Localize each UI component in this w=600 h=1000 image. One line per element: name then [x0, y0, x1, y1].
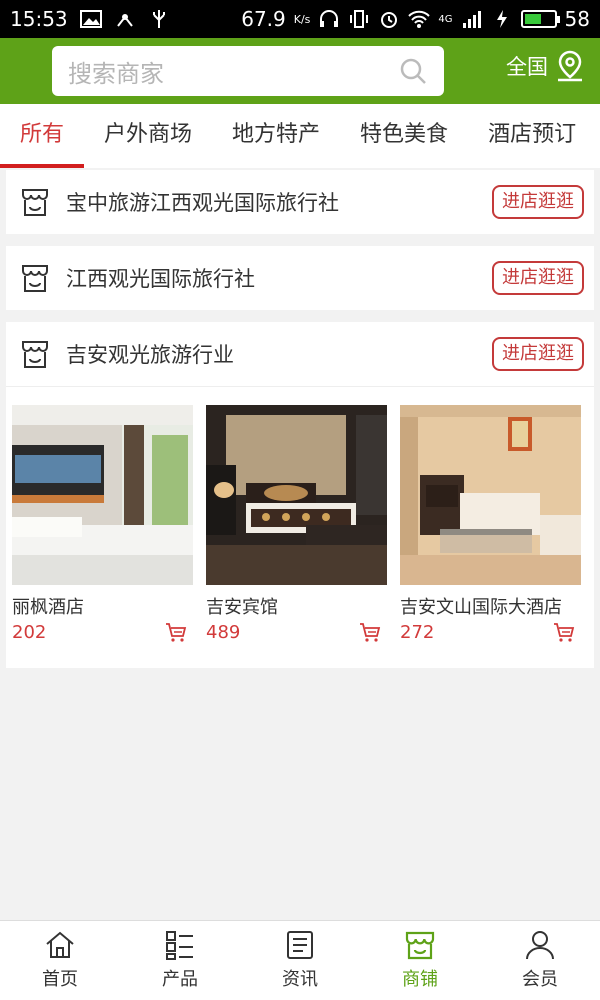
- user-icon[interactable]: [524, 929, 556, 961]
- usb-icon: [152, 10, 165, 28]
- nav-member[interactable]: 会员: [480, 921, 600, 1000]
- shop-name[interactable]: 吉安观光旅游行业: [66, 339, 492, 369]
- search-icon[interactable]: [398, 56, 428, 86]
- product-price: 489: [206, 621, 241, 643]
- product-item[interactable]: 丽枫酒店 202: [12, 405, 193, 668]
- hotel-room-photo[interactable]: [400, 405, 581, 585]
- shop-name[interactable]: 宝中旅游江西观光国际旅行社: [66, 187, 492, 217]
- tab-outdoor-mall[interactable]: 户外商场: [84, 104, 212, 168]
- add-to-cart-button[interactable]: [553, 621, 581, 643]
- hotel-room-photo[interactable]: [12, 405, 193, 585]
- bottom-nav: 首页 产品 资讯 商铺 会员: [0, 920, 600, 1000]
- shop-row[interactable]: 江西观光国际旅行社 进店逛逛: [6, 246, 594, 310]
- nav-label[interactable]: 首页: [42, 965, 78, 991]
- nav-label[interactable]: 会员: [522, 965, 558, 991]
- vibrate-icon: [350, 10, 369, 28]
- status-time: 15:53: [10, 7, 68, 31]
- news-icon[interactable]: [284, 929, 316, 961]
- enter-shop-button[interactable]: 进店逛逛: [492, 337, 584, 371]
- search-box[interactable]: 搜索商家: [52, 46, 444, 96]
- list-icon[interactable]: [164, 929, 196, 961]
- home-icon[interactable]: [44, 929, 76, 961]
- product-price: 202: [12, 621, 47, 643]
- share-icon: [116, 14, 133, 27]
- enter-shop-button[interactable]: 进店逛逛: [492, 185, 584, 219]
- net-speed-unit: K/s: [293, 12, 311, 26]
- cart-icon[interactable]: [165, 621, 187, 643]
- signal-icon: [462, 11, 481, 28]
- search-placeholder[interactable]: 搜索商家: [68, 54, 398, 89]
- status-bar: 15:53 67.9 K/s 4G 58: [0, 0, 600, 38]
- cart-icon[interactable]: [553, 621, 575, 643]
- region-label[interactable]: 全国: [506, 51, 548, 81]
- shop-row[interactable]: 宝中旅游江西观光国际旅行社 进店逛逛: [6, 170, 594, 234]
- battery-icon: [520, 10, 560, 28]
- product-price: 272: [400, 621, 435, 643]
- tab-all[interactable]: 所有: [0, 104, 85, 168]
- category-tabs: 所有 户外商场 地方特产 特色美食 酒店预订: [0, 104, 600, 168]
- alarm-icon: [381, 12, 398, 28]
- charging-icon: [496, 10, 507, 28]
- nav-label[interactable]: 产品: [162, 965, 198, 991]
- tab-hotel-booking[interactable]: 酒店预订: [468, 104, 596, 168]
- headphones-icon: [320, 10, 339, 27]
- image-icon: [79, 10, 102, 28]
- enter-shop-button[interactable]: 进店逛逛: [492, 261, 584, 295]
- add-to-cart-button[interactable]: [359, 621, 387, 643]
- product-name[interactable]: 吉安宾馆: [206, 593, 387, 619]
- nav-news[interactable]: 资讯: [240, 921, 360, 1000]
- product-item[interactable]: 吉安文山国际大酒店 272: [400, 405, 581, 668]
- nav-shops[interactable]: 商铺: [360, 921, 480, 1000]
- cart-icon[interactable]: [359, 621, 381, 643]
- network-type: 4G: [438, 13, 453, 25]
- shop-card: 江西观光国际旅行社 进店逛逛: [6, 246, 594, 310]
- nav-products[interactable]: 产品: [120, 921, 240, 1000]
- shop-row[interactable]: 吉安观光旅游行业 进店逛逛: [6, 322, 594, 386]
- nav-label[interactable]: 资讯: [282, 965, 318, 991]
- header-bar: 搜索商家 全国: [0, 38, 600, 104]
- shop-name[interactable]: 江西观光国际旅行社: [66, 263, 492, 293]
- add-to-cart-button[interactable]: [165, 621, 193, 643]
- product-item[interactable]: 吉安宾馆 489: [206, 405, 387, 668]
- net-speed: 67.9: [241, 7, 286, 31]
- nav-home[interactable]: 首页: [0, 921, 120, 1000]
- product-name[interactable]: 丽枫酒店: [12, 593, 193, 619]
- location-pin-icon[interactable]: [556, 50, 584, 82]
- shop-card: 宝中旅游江西观光国际旅行社 进店逛逛: [6, 170, 594, 234]
- tab-featured-food[interactable]: 特色美食: [340, 104, 468, 168]
- store-icon: [22, 341, 48, 368]
- store-icon: [22, 189, 48, 216]
- nav-label[interactable]: 商铺: [402, 965, 438, 991]
- store-icon: [22, 265, 48, 292]
- battery-level: 58: [564, 7, 590, 31]
- wifi-icon: [408, 10, 431, 28]
- shop-icon[interactable]: [404, 929, 436, 961]
- product-name[interactable]: 吉安文山国际大酒店: [400, 593, 581, 619]
- hotel-room-photo[interactable]: [206, 405, 387, 585]
- tab-local-specialty[interactable]: 地方特产: [212, 104, 340, 168]
- region-selector[interactable]: 全国: [506, 50, 584, 82]
- product-list: 丽枫酒店 202 吉安宾馆 489 吉安文山国际大酒店 272: [6, 386, 594, 668]
- shop-card: 吉安观光旅游行业 进店逛逛 丽枫酒店 202 吉安宾馆 489 吉安文山国际大酒…: [6, 322, 594, 668]
